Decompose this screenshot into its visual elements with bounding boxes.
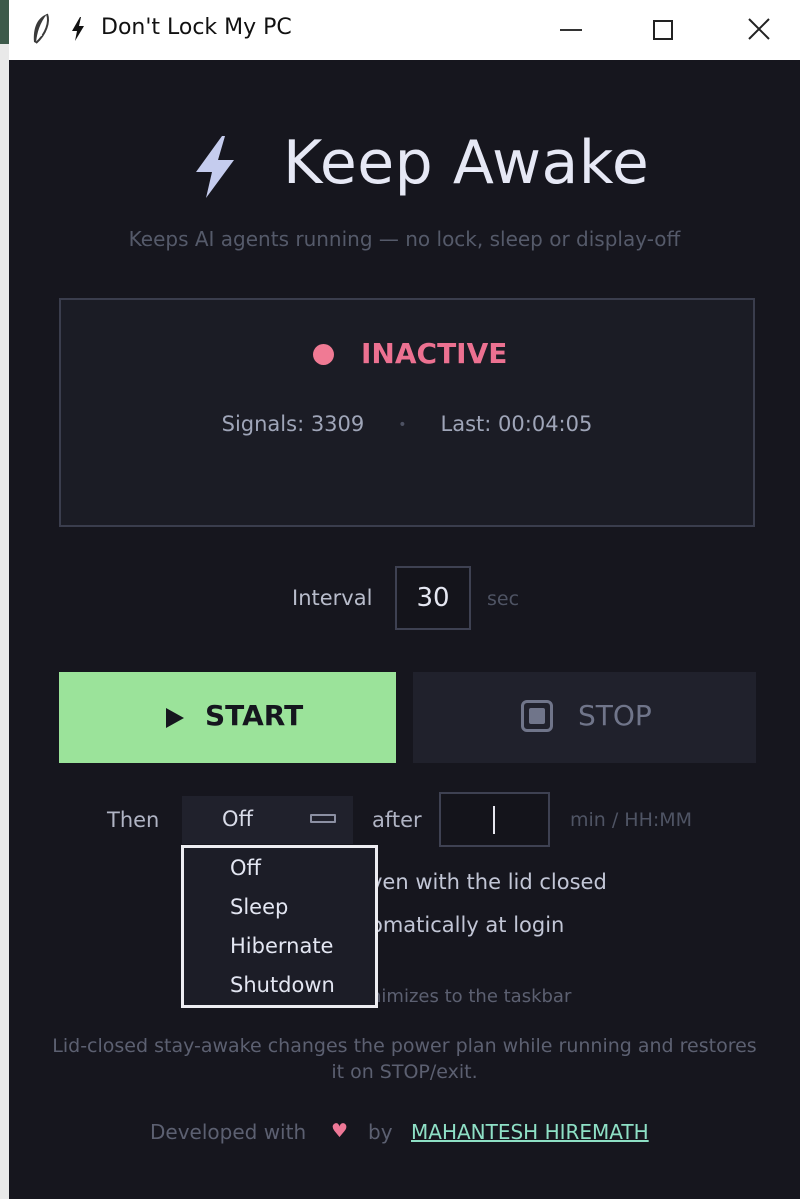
after-unit: min / HH:MM	[570, 809, 693, 831]
then-selected-value: Off	[222, 807, 253, 831]
power-plan-note: Lid-closed stay-awake changes the power …	[52, 1035, 757, 1083]
lid-closed-option[interactable]: ven with the lid closed	[370, 870, 607, 894]
bolt-icon	[196, 136, 234, 198]
stop-button[interactable]: STOP	[413, 672, 756, 763]
footer: Developed with ♥ by MAHANTESH HIREMATH	[9, 1120, 800, 1150]
stats-line: Signals: 3309 • Last: 00:04:05	[61, 412, 753, 436]
stop-label: STOP	[578, 699, 652, 732]
dropdown-item-off[interactable]: Off	[230, 856, 261, 880]
app-title: Keep Awake	[283, 128, 650, 198]
text-caret	[493, 806, 495, 834]
desktop-edge-accent	[0, 0, 9, 44]
close-button[interactable]	[729, 0, 789, 60]
by-text: by	[368, 1120, 393, 1144]
minimize-hint: nimizes to the taskbar	[370, 986, 572, 1007]
status-dot-icon	[313, 344, 334, 365]
signals-count: Signals: 3309	[221, 412, 365, 436]
developed-with-text: Developed with	[150, 1120, 307, 1144]
close-icon	[748, 18, 770, 40]
then-action-select[interactable]: Off	[182, 796, 353, 844]
interval-input[interactable]: 30	[395, 566, 471, 630]
after-time-input[interactable]	[439, 792, 550, 847]
feather-icon	[33, 13, 49, 44]
then-label: Then	[107, 808, 160, 832]
minimize-button[interactable]	[541, 0, 601, 60]
interval-unit: sec	[487, 588, 520, 610]
play-icon	[166, 708, 184, 728]
start-button[interactable]: START	[59, 672, 396, 763]
then-dropdown-menu: Off Sleep Hibernate Shutdown	[181, 845, 378, 1008]
status-text: INACTIVE	[361, 337, 508, 370]
start-label: START	[205, 699, 304, 732]
dropdown-item-hibernate[interactable]: Hibernate	[230, 934, 333, 958]
status-panel: INACTIVE Signals: 3309 • Last: 00:04:05	[59, 298, 755, 527]
desktop-edge	[0, 0, 9, 1199]
dropdown-indicator-icon	[310, 814, 336, 823]
bolt-icon	[72, 17, 84, 41]
title-bar: Don't Lock My PC	[9, 0, 800, 60]
window-title: Don't Lock My PC	[101, 15, 292, 40]
start-at-login-option[interactable]: omatically at login	[370, 913, 564, 937]
interval-label: Interval	[292, 586, 373, 610]
heart-icon: ♥	[331, 1120, 349, 1142]
app-subtitle: Keeps AI agents running — no lock, sleep…	[128, 227, 681, 251]
maximize-button[interactable]	[633, 0, 693, 60]
dropdown-item-sleep[interactable]: Sleep	[230, 895, 288, 919]
dropdown-item-shutdown[interactable]: Shutdown	[230, 973, 335, 997]
stats-separator: •	[398, 417, 407, 433]
author-link[interactable]: MAHANTESH HIREMATH	[411, 1120, 649, 1144]
app-window: Don't Lock My PC Keep Awake Keeps AI age…	[9, 0, 800, 1199]
stop-icon	[521, 700, 553, 732]
after-label: after	[372, 808, 422, 832]
last-signal-time: Last: 00:04:05	[440, 412, 593, 436]
